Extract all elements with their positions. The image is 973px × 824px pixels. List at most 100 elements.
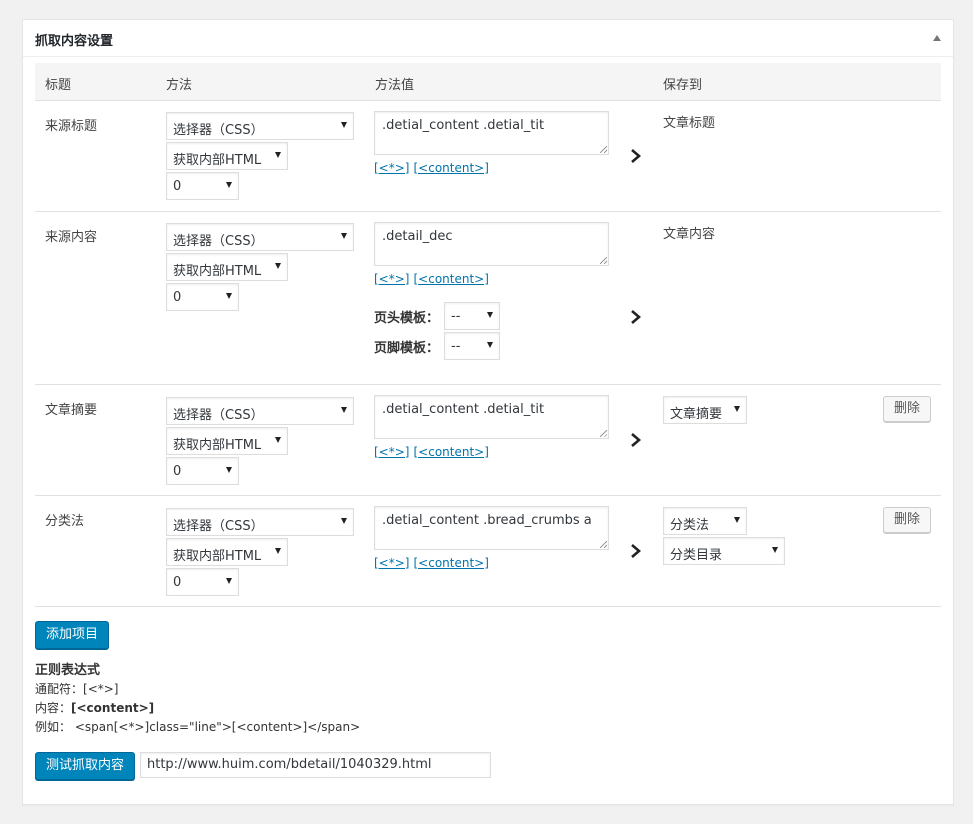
panel-header: 抓取内容设置	[23, 20, 953, 57]
column-method-value: 方法值	[375, 78, 415, 93]
select-value: 分类法	[670, 518, 710, 533]
dropdown-arrow-icon	[275, 548, 281, 554]
extract-type-select[interactable]: 获取内部HTML	[166, 538, 288, 566]
column-save-to: 保存到	[663, 78, 703, 93]
delete-button[interactable]: 删除	[883, 507, 931, 533]
select-value: 获取内部HTML	[173, 549, 262, 564]
select-value: --	[451, 309, 461, 324]
regex-example-line: 例如： <span[<*>]class="line">[<content>]</…	[35, 718, 360, 737]
chevron-right-icon	[631, 433, 641, 447]
selector-type-select[interactable]: 选择器（CSS）	[166, 508, 354, 536]
dropdown-arrow-icon	[341, 233, 347, 239]
test-url-input[interactable]: http://www.huim.com/bdetail/1040329.html	[140, 752, 491, 778]
resize-grip-icon[interactable]	[600, 430, 607, 437]
dropdown-arrow-icon	[275, 263, 281, 269]
select-value: 文章摘要	[670, 407, 723, 422]
insert-content-link[interactable]: [<content>]	[413, 272, 488, 286]
insert-content-link[interactable]: [<content>]	[413, 161, 488, 175]
resize-grip-icon[interactable]	[600, 146, 607, 153]
dropdown-arrow-icon	[226, 578, 232, 584]
column-title: 标题	[45, 78, 72, 93]
dropdown-arrow-icon	[275, 437, 281, 443]
test-scrape-button[interactable]: 测试抓取内容	[35, 752, 135, 780]
select-value: 0	[173, 290, 182, 305]
select-value: 0	[173, 179, 182, 194]
regex-help: 正则表达式 通配符：[<*>] 内容：[<content>] 例如： <span…	[35, 661, 360, 737]
dropdown-arrow-icon	[341, 407, 347, 413]
table-row: 文章摘要 选择器（CSS） 获取内部HTML 0 .detial_content…	[35, 385, 941, 496]
table-header: 标题 方法 方法值 保存到	[35, 63, 941, 101]
chevron-right-icon	[631, 544, 641, 558]
index-select[interactable]: 0	[166, 568, 239, 596]
wildcard-label: 通配符：	[35, 682, 84, 696]
content-value: [<content>]	[71, 701, 155, 715]
taxonomy-select[interactable]: 分类目录	[663, 537, 785, 565]
regex-wildcard-line: 通配符：[<*>]	[35, 680, 360, 699]
table-row: 来源标题 选择器（CSS） 获取内部HTML 0 .detial_content…	[35, 101, 941, 212]
dropdown-arrow-icon	[226, 293, 232, 299]
select-value: 获取内部HTML	[173, 438, 262, 453]
selector-type-select[interactable]: 选择器（CSS）	[166, 223, 354, 251]
column-method: 方法	[166, 78, 193, 93]
insert-content-link[interactable]: [<content>]	[413, 556, 488, 570]
content-label: 内容：	[35, 701, 72, 715]
resize-grip-icon[interactable]	[600, 541, 607, 548]
select-value: 0	[173, 464, 182, 479]
select-value: 选择器（CSS）	[173, 123, 264, 138]
insert-wildcard-link[interactable]: [<*>]	[374, 272, 409, 286]
method-value-textarea[interactable]: .detial_content .detial_tit	[374, 395, 609, 439]
save-to-select[interactable]: 分类法	[663, 507, 747, 535]
select-value: 选择器（CSS）	[173, 408, 264, 423]
method-value-textarea[interactable]: .detial_content .bread_crumbs a	[374, 506, 609, 550]
textarea-value: .detial_content .detial_tit	[382, 118, 545, 133]
insert-wildcard-link[interactable]: [<*>]	[374, 556, 409, 570]
save-to-text: 文章标题	[663, 116, 716, 131]
insert-links: [<*>] [<content>]	[374, 445, 493, 459]
example-label: 例如：	[35, 720, 72, 734]
footer-template-select[interactable]: --	[444, 332, 500, 360]
select-value: 选择器（CSS）	[173, 519, 264, 534]
method-value-textarea[interactable]: .detial_content .detial_tit	[374, 111, 609, 155]
select-value: --	[451, 339, 461, 354]
extract-type-select[interactable]: 获取内部HTML	[166, 427, 288, 455]
dropdown-arrow-icon	[734, 406, 740, 412]
panel-title: 抓取内容设置	[35, 34, 114, 49]
selector-type-select[interactable]: 选择器（CSS）	[166, 112, 354, 140]
selector-type-select[interactable]: 选择器（CSS）	[166, 397, 354, 425]
index-select[interactable]: 0	[166, 172, 239, 200]
collapse-toggle-icon[interactable]	[933, 35, 941, 41]
extract-type-select[interactable]: 获取内部HTML	[166, 253, 288, 281]
content-scrape-settings-panel: 抓取内容设置 标题 方法 方法值 保存到 来源标题 选择器（CSS） 获取内部H…	[22, 19, 954, 805]
save-to-select[interactable]: 文章摘要	[663, 396, 747, 424]
textarea-value: .detial_content .bread_crumbs a	[382, 513, 592, 528]
textarea-value: .detail_dec	[382, 229, 453, 244]
footer-template-label: 页脚模板：	[374, 341, 440, 356]
header-template-select[interactable]: --	[444, 302, 500, 330]
insert-wildcard-link[interactable]: [<*>]	[374, 161, 409, 175]
dropdown-arrow-icon	[275, 152, 281, 158]
dropdown-arrow-icon	[341, 518, 347, 524]
delete-button[interactable]: 删除	[883, 396, 931, 422]
select-value: 选择器（CSS）	[173, 234, 264, 249]
dropdown-arrow-icon	[734, 517, 740, 523]
extract-type-select[interactable]: 获取内部HTML	[166, 142, 288, 170]
chevron-right-icon	[631, 149, 641, 163]
insert-wildcard-link[interactable]: [<*>]	[374, 445, 409, 459]
resize-grip-icon[interactable]	[600, 257, 607, 264]
insert-links: [<*>] [<content>]	[374, 272, 493, 286]
row-title: 分类法	[45, 514, 85, 529]
save-to-text: 文章内容	[663, 227, 716, 242]
regex-title: 正则表达式	[35, 663, 101, 678]
dropdown-arrow-icon	[226, 182, 232, 188]
index-select[interactable]: 0	[166, 457, 239, 485]
regex-content-line: 内容：[<content>]	[35, 699, 360, 718]
method-value-textarea[interactable]: .detail_dec	[374, 222, 609, 266]
insert-content-link[interactable]: [<content>]	[413, 445, 488, 459]
insert-links: [<*>] [<content>]	[374, 161, 493, 175]
select-value: 0	[173, 575, 182, 590]
add-item-button[interactable]: 添加项目	[35, 621, 109, 649]
dropdown-arrow-icon	[341, 122, 347, 128]
index-select[interactable]: 0	[166, 283, 239, 311]
row-title: 来源标题	[45, 119, 98, 134]
wildcard-value: [<*>]	[83, 682, 119, 696]
